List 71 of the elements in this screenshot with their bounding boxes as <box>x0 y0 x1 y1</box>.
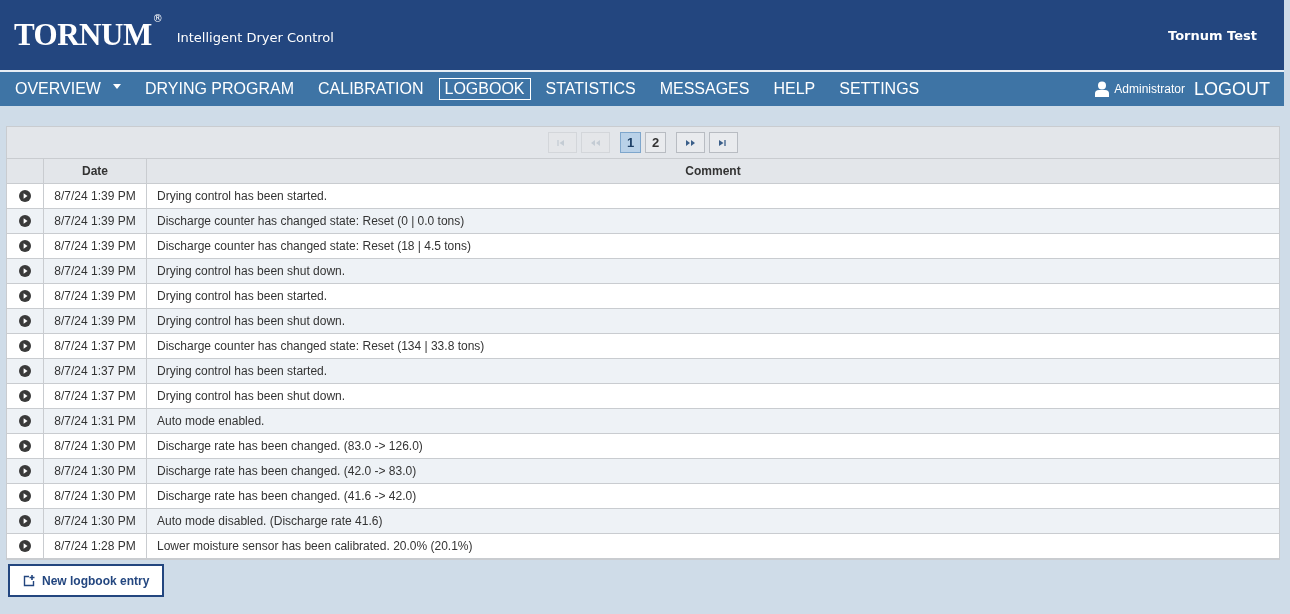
date-cell: 8/7/24 1:30 PM <box>54 514 136 528</box>
logo: TORNUM <box>14 17 152 53</box>
play-icon[interactable] <box>19 340 31 352</box>
app-subtitle: Intelligent Dryer Control <box>176 29 334 45</box>
comment-cell: Auto mode disabled. (Discharge rate 41.6) <box>157 514 383 528</box>
play-icon[interactable] <box>19 265 31 277</box>
date-cell: 8/7/24 1:37 PM <box>54 339 136 353</box>
play-icon[interactable] <box>19 440 31 452</box>
registered-mark: ® <box>152 13 163 24</box>
date-cell: 8/7/24 1:37 PM <box>54 389 136 403</box>
play-icon[interactable] <box>19 315 31 327</box>
comment-cell: Discharge counter has changed state: Reset (0 | 0.0 tons) <box>157 214 465 228</box>
date-cell: 8/7/24 1:39 PM <box>54 239 136 253</box>
date-cell: 8/7/24 1:37 PM <box>54 364 136 378</box>
date-cell: 8/7/24 1:39 PM <box>54 264 136 278</box>
user-name: Administrator <box>1114 82 1185 96</box>
skip-forward-icon <box>718 138 729 147</box>
play-icon[interactable] <box>19 465 31 477</box>
column-header: Date <box>82 164 108 178</box>
comment-cell: Discharge counter has changed state: Reset (18 | 4.5 tons) <box>157 239 471 253</box>
comment-cell: Drying control has been started. <box>157 364 328 378</box>
play-icon[interactable] <box>19 240 31 252</box>
add-note-icon <box>23 574 35 587</box>
double-arrow-right-icon <box>685 138 696 147</box>
logout-link[interactable]: LOGOUT <box>1194 78 1270 100</box>
play-icon[interactable] <box>19 390 31 402</box>
nav-tab[interactable]: CALIBRATION <box>309 77 433 101</box>
nav-tab[interactable]: HELP <box>764 77 825 101</box>
comment-cell: Discharge counter has changed state: Reset (134 | 33.8 tons) <box>157 339 485 353</box>
nav-tab[interactable]: STATISTICS <box>536 77 645 101</box>
date-cell: 8/7/24 1:30 PM <box>54 439 136 453</box>
comment-cell: Lower moisture sensor has been calibrated. 20.0% (20.1%) <box>157 539 473 553</box>
date-cell: 8/7/24 1:39 PM <box>54 289 136 303</box>
date-cell: 8/7/24 1:39 PM <box>54 314 136 328</box>
date-cell: 8/7/24 1:39 PM <box>54 214 136 228</box>
comment-cell: Auto mode enabled. <box>157 414 265 428</box>
nav-tab[interactable]: SETTINGS <box>830 77 929 101</box>
comment-cell: Drying control has been started. <box>157 189 328 203</box>
play-icon[interactable] <box>19 415 31 427</box>
user-icon <box>1095 81 1110 97</box>
nav-tab[interactable]: OVERVIEW <box>6 77 130 101</box>
date-cell: 8/7/24 1:30 PM <box>54 489 136 503</box>
comment-cell: Drying control has been shut down. <box>157 389 346 403</box>
play-icon[interactable] <box>19 290 31 302</box>
play-icon[interactable] <box>19 540 31 552</box>
page-button[interactable]: 1 <box>620 132 641 153</box>
play-icon[interactable] <box>19 490 31 502</box>
date-cell: 8/7/24 1:31 PM <box>54 414 136 428</box>
last-page-button[interactable] <box>709 132 738 153</box>
play-icon[interactable] <box>19 215 31 227</box>
date-cell: 8/7/24 1:28 PM <box>54 539 136 553</box>
nav-tab[interactable]: MESSAGES <box>650 77 759 101</box>
date-cell: 8/7/24 1:39 PM <box>54 189 136 203</box>
comment-cell: Discharge rate has been changed. (42.0 -> 83.0) <box>157 464 417 478</box>
site-name: Tornum Test <box>1168 27 1257 43</box>
comment-cell: Discharge rate has been changed. (83.0 -> 126.0) <box>157 439 423 453</box>
comment-cell: Drying control has been shut down. <box>157 314 346 328</box>
nav-tab[interactable]: DRYING PROGRAM <box>135 77 303 101</box>
play-icon[interactable] <box>19 365 31 377</box>
play-icon[interactable] <box>19 515 31 527</box>
new-logbook-entry-button[interactable]: New logbook entry <box>8 564 165 597</box>
double-arrow-left-icon <box>590 138 601 147</box>
next-page-button[interactable] <box>676 132 705 153</box>
nav-tab[interactable]: LOGBOOK <box>438 78 531 100</box>
comment-cell: Discharge rate has been changed. (41.6 -> 42.0) <box>157 489 417 503</box>
play-icon[interactable] <box>19 190 31 202</box>
date-cell: 8/7/24 1:30 PM <box>54 464 136 478</box>
comment-cell: Drying control has been shut down. <box>157 264 346 278</box>
column-header: Comment <box>685 164 741 178</box>
comment-cell: Drying control has been started. <box>157 289 328 303</box>
page-button[interactable]: 2 <box>645 132 666 153</box>
